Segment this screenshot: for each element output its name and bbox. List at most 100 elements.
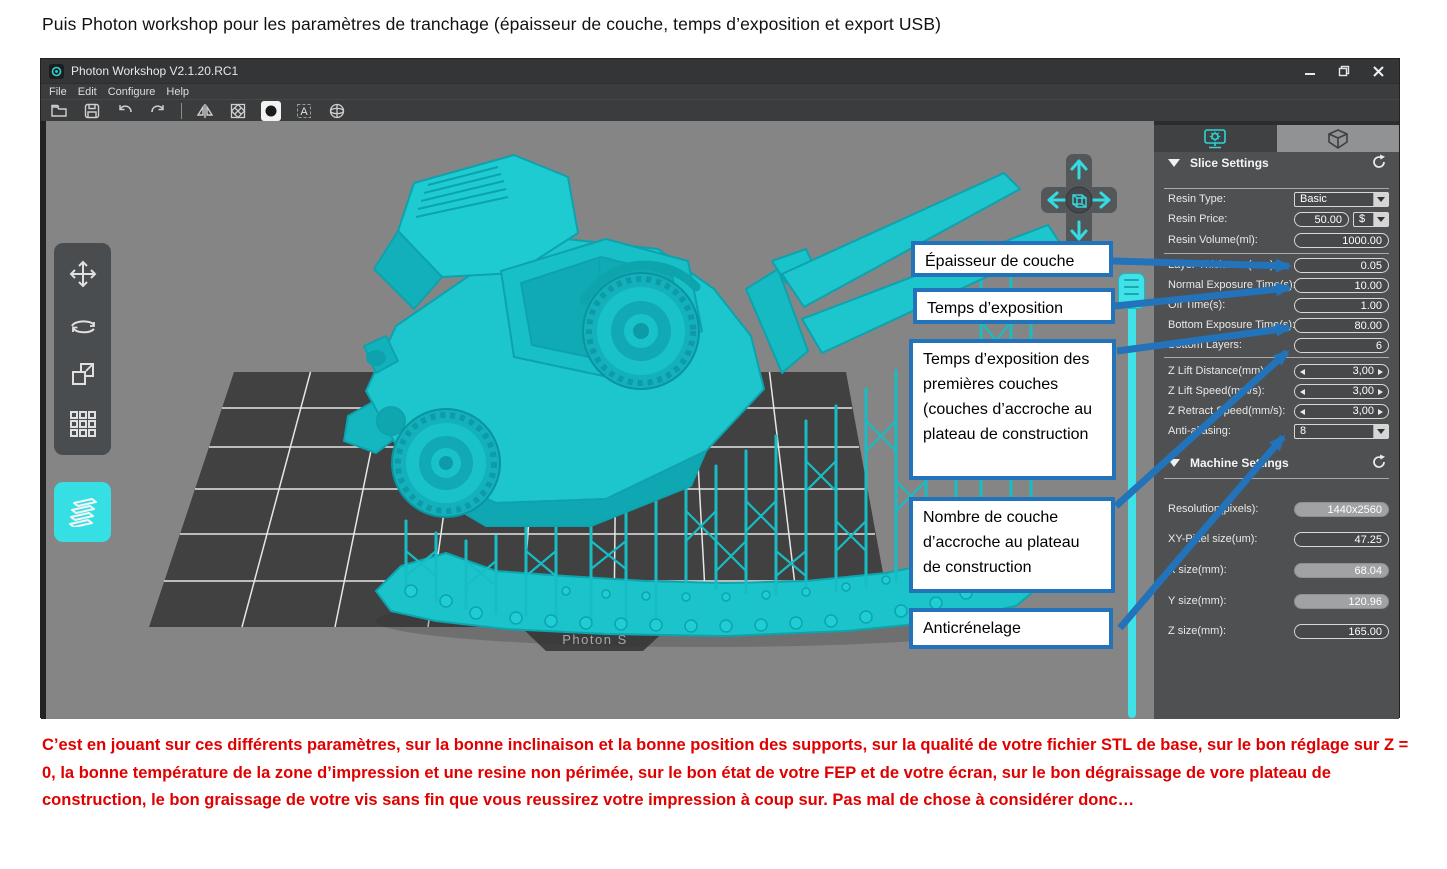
- spinner-right-icon[interactable]: [1378, 369, 1383, 375]
- main-area: Photon S: [41, 121, 1399, 717]
- field-resolution: Resolution(pixels): 1440x2560: [1168, 502, 1389, 518]
- anti-aliasing-dropdown[interactable]: 8: [1294, 424, 1389, 439]
- chevron-down-icon[interactable]: [1373, 193, 1388, 206]
- z-size-input[interactable]: 165.00: [1294, 624, 1389, 639]
- callout-layer-thickness: Épaisseur de couche: [911, 241, 1113, 277]
- tab-slice-settings[interactable]: [1154, 125, 1277, 152]
- layer-thickness-input[interactable]: 0.05: [1294, 258, 1389, 273]
- z-lift-speed-stepper[interactable]: 3,00: [1294, 384, 1389, 399]
- rotate-icon[interactable]: [63, 304, 103, 344]
- spinner-left-icon[interactable]: [1300, 409, 1305, 415]
- machine-settings-title: Machine Settings: [1190, 456, 1289, 470]
- field-xy-pixel: XY-Pixel size(um): 47.25: [1168, 532, 1389, 548]
- field-label: Resin Type:: [1168, 193, 1226, 205]
- spinner-right-icon[interactable]: [1378, 409, 1383, 415]
- field-x-size: X size(mm): 68.04: [1168, 563, 1389, 579]
- home-view-button[interactable]: [1066, 187, 1092, 213]
- resin-volume-input[interactable]: 1000.00: [1294, 233, 1389, 248]
- field-label: Z Lift Speed(mm/s):: [1168, 385, 1265, 397]
- field-label: Z Retract Speed(mm/s):: [1168, 405, 1285, 417]
- tool-bar: A: [41, 99, 1399, 121]
- resin-type-dropdown[interactable]: Basic: [1294, 192, 1389, 207]
- redo-icon[interactable]: [148, 101, 168, 121]
- field-label: Bottom Layers:: [1168, 339, 1242, 351]
- resolution-value: 1440x2560: [1294, 502, 1389, 517]
- refresh-machine-icon[interactable]: [1371, 454, 1387, 470]
- layer-slider-track[interactable]: [1128, 273, 1136, 718]
- field-z-lift-speed: Z Lift Speed(mm/s): 3,00: [1168, 384, 1389, 400]
- chevron-down-icon[interactable]: [1373, 425, 1388, 438]
- off-time-input[interactable]: 1.00: [1294, 298, 1389, 313]
- menu-help[interactable]: Help: [166, 86, 189, 98]
- field-label: Layer Thickness(mm):: [1168, 259, 1277, 271]
- callout-exposure-time: Temps d’exposition: [913, 288, 1115, 324]
- field-label: Bottom Exposure Time(s):: [1168, 319, 1295, 331]
- spinner-left-icon[interactable]: [1300, 389, 1305, 395]
- close-icon[interactable]: [1371, 64, 1385, 78]
- callout-anti-aliasing: Anticrénelage: [909, 608, 1113, 649]
- view-nav-cross: [1041, 154, 1117, 246]
- menu-configure[interactable]: Configure: [108, 86, 156, 98]
- minimize-icon[interactable]: [1303, 64, 1317, 78]
- z-retract-speed-stepper[interactable]: 3,00: [1294, 404, 1389, 419]
- restore-icon[interactable]: [1337, 64, 1351, 78]
- slice-pattern-icon[interactable]: [228, 101, 248, 121]
- menu-edit[interactable]: Edit: [78, 86, 97, 98]
- field-label: XY-Pixel size(um):: [1168, 533, 1257, 545]
- resin-price-input[interactable]: 50.00: [1294, 212, 1349, 227]
- active-tool-icon[interactable]: [261, 101, 281, 121]
- text-icon[interactable]: A: [294, 101, 314, 121]
- callout-bottom-exposure: Temps d’exposition des premières couches…: [909, 339, 1116, 480]
- front-wheel: [392, 409, 500, 517]
- field-z-lift-distance: Z Lift Distance(mm): 3,00: [1168, 364, 1389, 380]
- field-label: Off Time(s):: [1168, 299, 1225, 311]
- z-lift-distance-stepper[interactable]: 3,00: [1294, 364, 1389, 379]
- spinner-left-icon[interactable]: [1300, 369, 1305, 375]
- normal-exposure-input[interactable]: 10.00: [1294, 278, 1389, 293]
- field-resin-price: Resin Price: 50.00 $: [1168, 212, 1389, 228]
- layer-slider-handle[interactable]: [1118, 273, 1145, 309]
- slice-settings-header[interactable]: Slice Settings: [1168, 154, 1365, 172]
- settings-panel: Slice Settings Resin Type: Basic Resin P…: [1154, 121, 1399, 719]
- move-icon[interactable]: [63, 254, 103, 294]
- field-off-time: Off Time(s): 1.00: [1168, 298, 1389, 314]
- mirror-icon[interactable]: [195, 101, 215, 121]
- divider: [1164, 357, 1389, 358]
- undo-icon[interactable]: [115, 101, 135, 121]
- x-size-value: 68.04: [1294, 563, 1389, 578]
- callout-bottom-layers: Nombre de couche d’accroche au plateau d…: [909, 497, 1115, 593]
- sphere-icon[interactable]: [327, 101, 347, 121]
- tab-machine[interactable]: [1277, 125, 1400, 152]
- open-icon[interactable]: [49, 101, 69, 121]
- currency-dropdown[interactable]: $: [1353, 212, 1389, 227]
- menu-file[interactable]: File: [49, 86, 67, 98]
- field-anti-aliasing: Anti-aliasing: 8: [1168, 424, 1389, 440]
- save-icon[interactable]: [82, 101, 102, 121]
- field-label: Resin Price:: [1168, 213, 1227, 225]
- field-layer-thickness: Layer Thickness(mm): 0.05: [1168, 258, 1389, 274]
- machine-settings-header[interactable]: Machine Settings: [1168, 454, 1365, 472]
- photon-workshop-window: Photon Workshop V2.1.20.RC1 File Edit Co…: [40, 58, 1400, 718]
- field-bottom-exposure: Bottom Exposure Time(s): 80.00: [1168, 318, 1389, 334]
- window-titlebar: Photon Workshop V2.1.20.RC1: [41, 59, 1399, 83]
- array-icon[interactable]: [63, 404, 103, 444]
- xy-pixel-input[interactable]: 47.25: [1294, 532, 1389, 547]
- chevron-down-icon[interactable]: [1373, 213, 1388, 226]
- scale-icon[interactable]: [63, 354, 103, 394]
- y-size-value: 120.96: [1294, 594, 1389, 609]
- panel-tabs: [1154, 125, 1399, 152]
- field-label: Z size(mm):: [1168, 625, 1226, 637]
- field-label: Normal Exposure Time(s):: [1168, 279, 1296, 291]
- bottom-exposure-input[interactable]: 80.00: [1294, 318, 1389, 333]
- tutorial-page: Puis Photon workshop pour les paramètres…: [0, 0, 1447, 869]
- layers-icon[interactable]: [54, 482, 111, 542]
- refresh-slice-icon[interactable]: [1371, 154, 1387, 170]
- spinner-right-icon[interactable]: [1378, 389, 1383, 395]
- page-title: Puis Photon workshop pour les paramètres…: [42, 14, 941, 35]
- window-title: Photon Workshop V2.1.20.RC1: [71, 64, 238, 78]
- footer-note: C’est en jouant sur ces différents param…: [42, 732, 1410, 815]
- toolbar-divider: [181, 103, 182, 119]
- field-label: Anti-aliasing:: [1168, 425, 1231, 437]
- field-z-size: Z size(mm): 165.00: [1168, 624, 1389, 640]
- bottom-layers-input[interactable]: 6: [1294, 338, 1389, 353]
